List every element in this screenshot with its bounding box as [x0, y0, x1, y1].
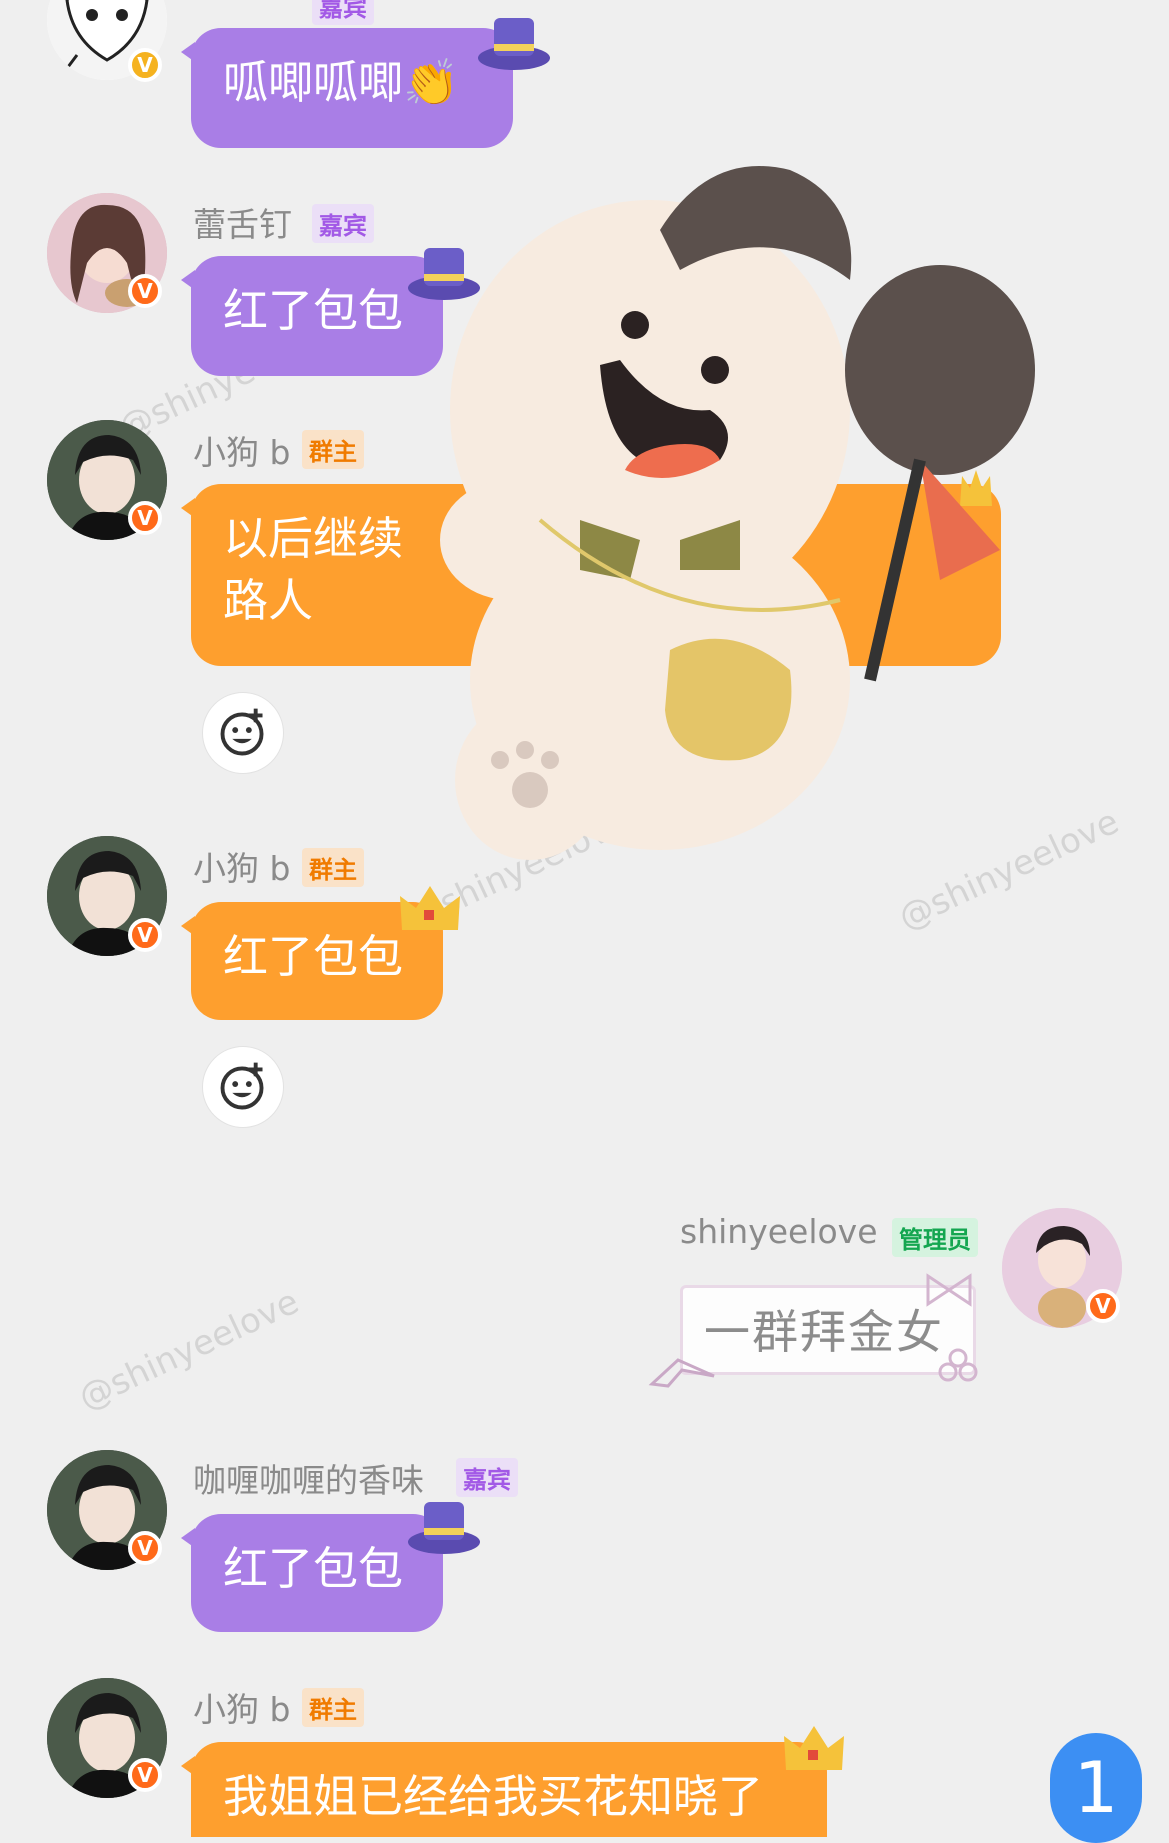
- bow-icon: [926, 1273, 972, 1307]
- message-bubble[interactable]: 呱唧呱唧👏: [181, 28, 513, 148]
- role-tag: 管理员: [892, 1218, 978, 1257]
- dog-sticker: [440, 166, 1035, 860]
- add-reaction-button[interactable]: [202, 692, 284, 774]
- verified-badge-icon: V: [128, 1531, 162, 1565]
- verified-badge-icon: V: [128, 1758, 162, 1792]
- message-text: 呱唧呱唧👏: [223, 56, 460, 109]
- role-tag: 群主: [302, 430, 364, 469]
- role-tag: 群主: [302, 1688, 364, 1727]
- crown-icon: [784, 1726, 844, 1770]
- message-text: 红了包包: [223, 930, 404, 983]
- sender-name[interactable]: 咖喱咖喱的香味: [193, 1454, 424, 1502]
- unread-count-button[interactable]: 1: [1050, 1733, 1142, 1843]
- flower-icon: [938, 1348, 978, 1382]
- top-hat-icon: [408, 1502, 480, 1554]
- role-tag: 嘉宾: [456, 1458, 518, 1497]
- role-tag: 嘉宾: [312, 204, 374, 243]
- message-text: 红了包包: [223, 284, 404, 337]
- message-bubble[interactable]: 我姐姐已经给我买花知晓了: [181, 1742, 827, 1837]
- sender-name[interactable]: 小狗 b: [193, 426, 290, 474]
- verified-badge-icon: V: [128, 918, 162, 952]
- watermark: @shinyeelove: [72, 1281, 305, 1419]
- message-text: 我姐姐已经给我买花知晓了: [223, 1770, 764, 1823]
- sender-name[interactable]: 小狗 b: [193, 1683, 290, 1731]
- sender-name[interactable]: 蕾舌钉: [193, 198, 292, 246]
- sender-name[interactable]: shinyeelove: [680, 1212, 878, 1251]
- sender-name[interactable]: 小狗 b: [193, 842, 290, 890]
- add-reaction-button[interactable]: [202, 1046, 284, 1128]
- sticker-text: 一群拜金女: [704, 1305, 944, 1359]
- role-tag: 嘉宾: [312, 0, 374, 25]
- verified-badge-icon: V: [128, 48, 162, 82]
- paper-crane-icon: [648, 1358, 715, 1388]
- top-hat-icon: [478, 18, 550, 70]
- crown-icon: [400, 886, 460, 930]
- role-tag: 群主: [302, 848, 364, 887]
- verified-badge-icon: V: [128, 501, 162, 535]
- verified-badge-icon: V: [128, 274, 162, 308]
- message-text: 红了包包: [223, 1542, 404, 1595]
- verified-badge-icon: V: [1086, 1289, 1120, 1323]
